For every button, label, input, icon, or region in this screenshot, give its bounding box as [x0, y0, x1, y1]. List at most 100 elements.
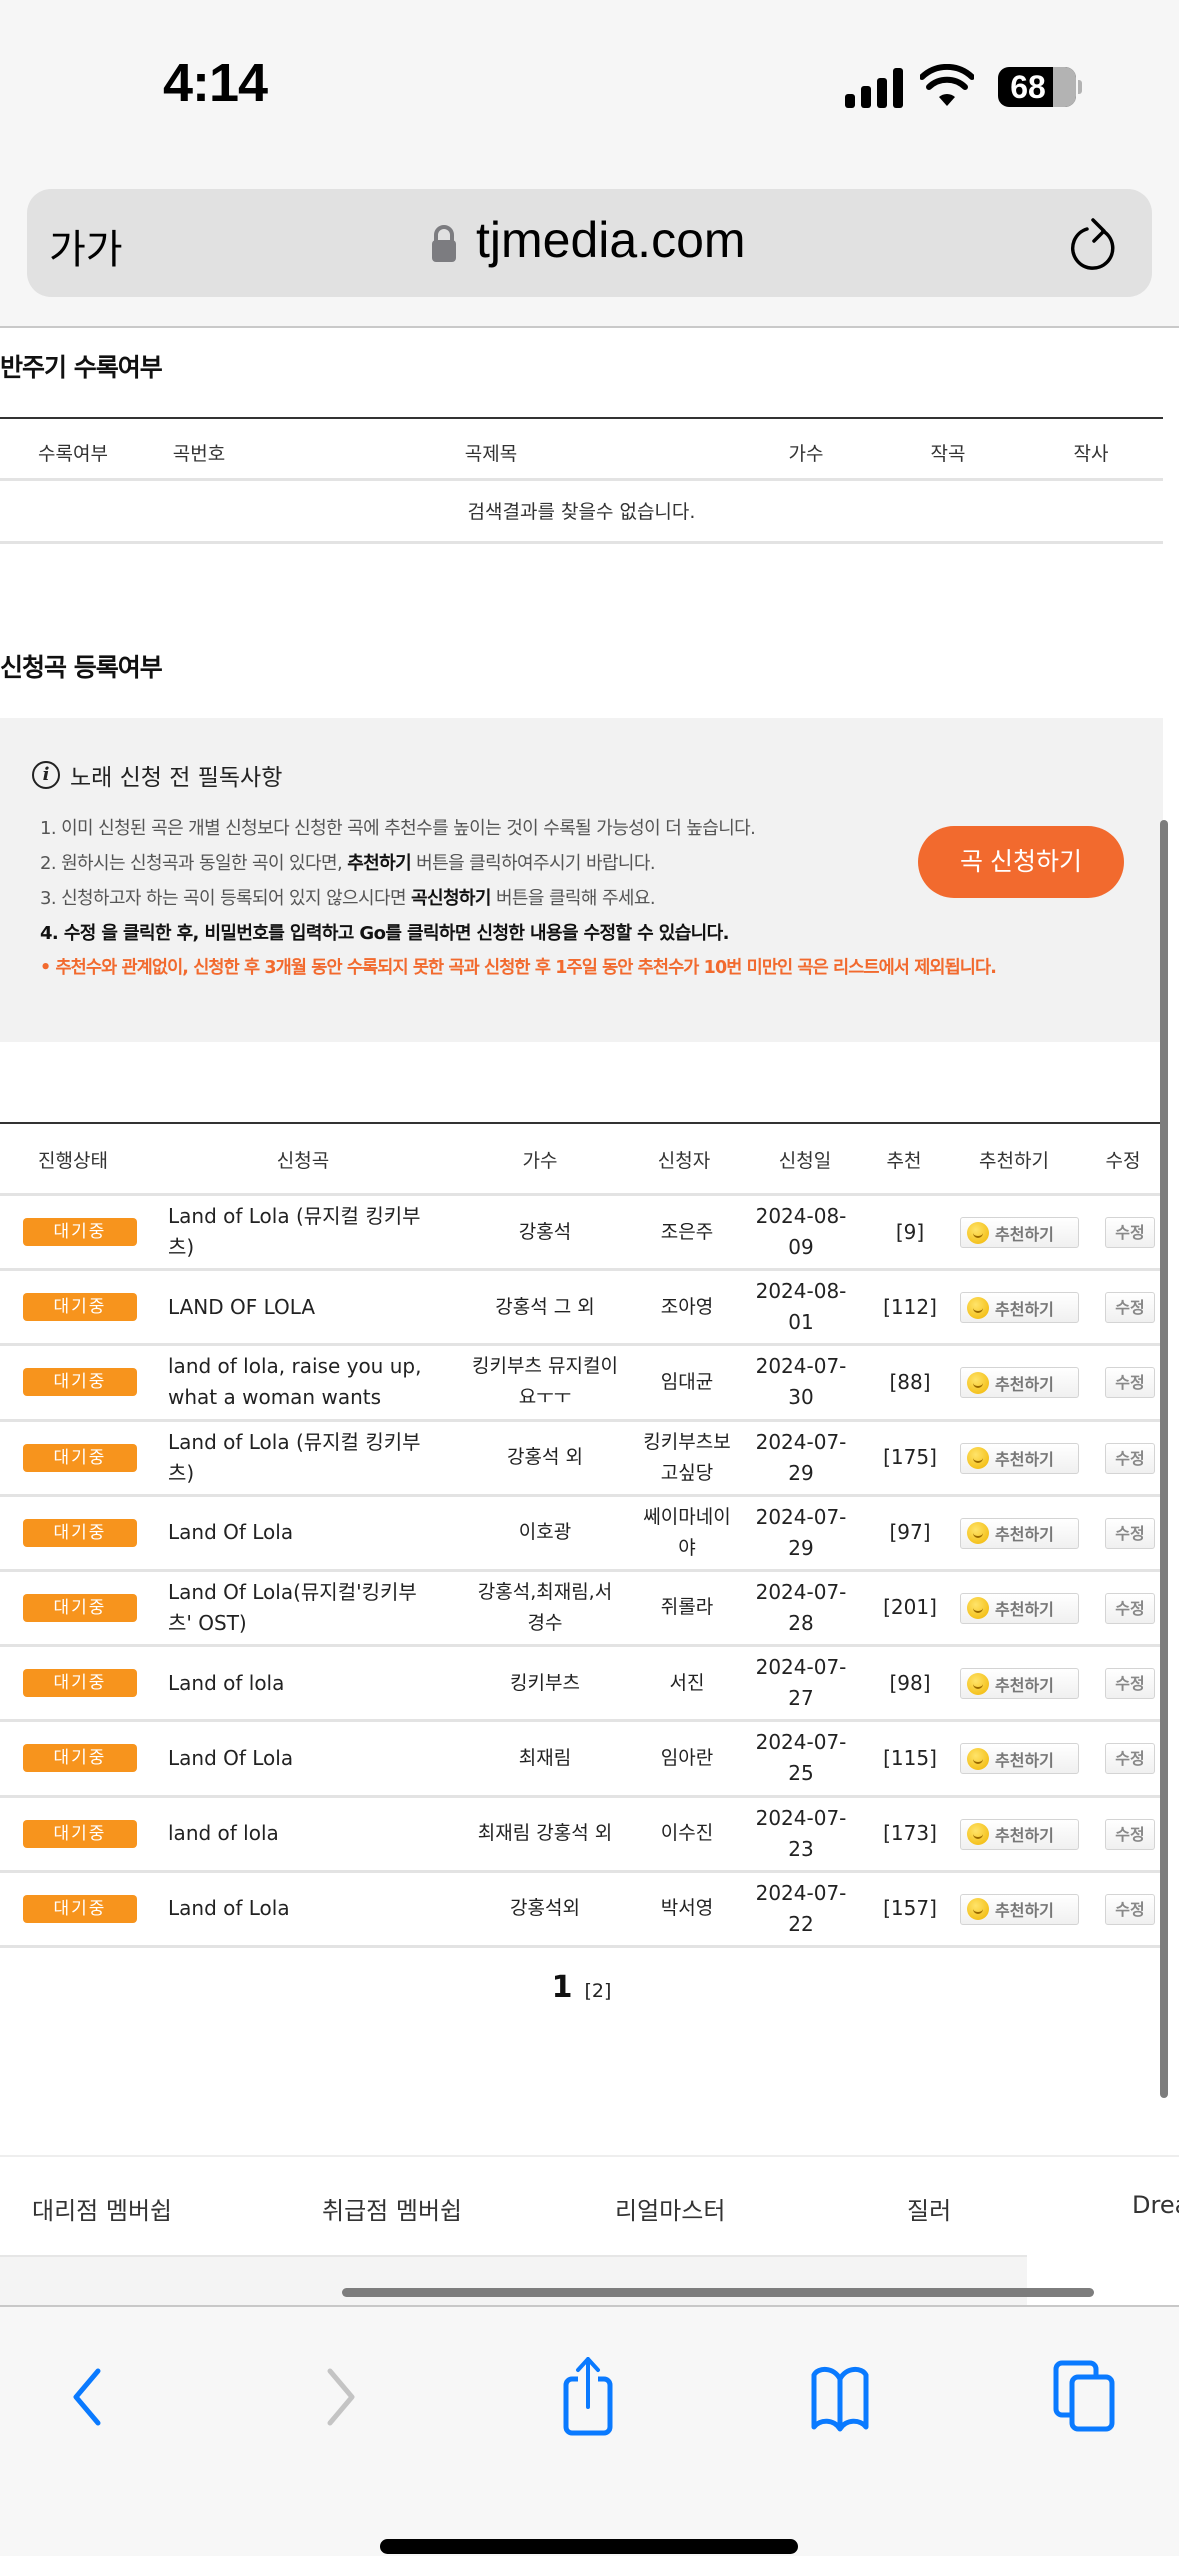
share-icon[interactable] [548, 2357, 628, 2437]
column-header: 추천 [886, 1150, 922, 1172]
notice-text: 버튼을 클릭하여주시기 바랍니다. [411, 853, 655, 874]
recommend-button[interactable]: 추천하기 [960, 1367, 1079, 1399]
notice-title: 노래 신청 전 필독사항 [70, 765, 283, 791]
edit-button[interactable]: 수정 [1105, 1818, 1155, 1850]
bookmarks-icon[interactable] [800, 2357, 880, 2437]
horizontal-scrollbar[interactable] [342, 2288, 1094, 2297]
url-domain[interactable]: tjmedia.com [476, 211, 746, 269]
recommend-button[interactable]: 추천하기 [960, 1517, 1079, 1549]
edit-button[interactable]: 수정 [1105, 1217, 1155, 1248]
recommend-button[interactable]: 추천하기 [960, 1217, 1079, 1248]
recommend-count: [98] [889, 1670, 931, 1695]
table-row: 대기중 land of lola 최재림 강홍석 외 이수진 2024-07- 23 [17… [0, 1798, 1163, 1873]
request-date: 2024-07- 22 [755, 1880, 847, 1936]
status-bar: 4:14 68 [0, 0, 1179, 170]
edit-button[interactable]: 수정 [1105, 1893, 1155, 1925]
edit-button[interactable]: 수정 [1105, 1442, 1155, 1474]
request-date: 2024-07- 29 [755, 1504, 847, 1560]
status-badge: 대기중 [23, 1744, 137, 1773]
column-header: 곡제목 [464, 443, 518, 465]
song-title: Land Of Lola [168, 1520, 294, 1545]
singer: 킹키부츠 [510, 1671, 580, 1694]
recommend-label: 추천하기 [995, 1600, 1054, 1620]
recommend-button[interactable]: 추천하기 [960, 1592, 1079, 1624]
edit-button[interactable]: 수정 [1105, 1592, 1155, 1624]
battery-icon: 68 [998, 67, 1076, 107]
song-title: Land of Lola [168, 1896, 290, 1921]
table-row: 대기중 Land Of Lola(뮤지컬'킹키부츠' OST) 강홍석,최재림,서경… [0, 1572, 1163, 1648]
recommend-button[interactable]: 추천하기 [960, 1668, 1079, 1700]
column-header: 수록여부 [38, 443, 108, 465]
edit-button[interactable]: 수정 [1105, 1367, 1155, 1399]
footer-link[interactable]: 리얼마스터 [615, 2191, 725, 2226]
status-badge: 대기중 [23, 1293, 137, 1322]
smiley-icon [967, 1823, 989, 1845]
table-row: 대기중 Land of Lola 강홍석외 박서영 2024-07- 22 [157] 추천하… [0, 1873, 1163, 1948]
request-date: 2024-07- 28 [755, 1579, 847, 1635]
smiley-icon [967, 1522, 989, 1545]
request-rows: 대기중 Land of Lola (뮤지컬 킹키부츠) 강홍석 조은주 2024-08-… [0, 1196, 1163, 1948]
song-title: Land Of Lola(뮤지컬'킹키부츠' OST) [168, 1579, 417, 1635]
column-header: 신청자 [657, 1150, 711, 1172]
recommend-button[interactable]: 추천하기 [960, 1442, 1079, 1474]
table-row: 대기중 Land Of Lola 최재림 임아란 2024-07- 25 [115] 추천하기… [0, 1722, 1163, 1798]
back-icon[interactable] [48, 2357, 128, 2437]
edit-button[interactable]: 수정 [1105, 1668, 1155, 1700]
status-badge: 대기중 [23, 1819, 137, 1848]
requester: 이수진 [660, 1822, 714, 1844]
recommend-count: [112] [883, 1294, 937, 1319]
recommend-label: 추천하기 [995, 1224, 1054, 1244]
notice-heading: i 노래 신청 전 필독사항 [32, 758, 282, 792]
status-badge: 대기중 [23, 1894, 137, 1923]
requester: 쎄이마네이야 [643, 1505, 731, 1559]
table-row: 대기중 Land Of Lola 이호광 쎄이마네이야 2024-07- 29 [97] 추천… [0, 1497, 1163, 1572]
recommend-count: [88] [889, 1369, 931, 1394]
edit-button[interactable]: 수정 [1105, 1292, 1155, 1324]
table-row: 대기중 LAND OF LOLA 강홍석 그 외 조아영 2024-08- 01 [112]… [0, 1271, 1163, 1347]
column-header: 수정 [1105, 1150, 1141, 1172]
recommend-button[interactable]: 추천하기 [960, 1893, 1079, 1925]
footer-nav: 대리점 멤버쉽 취급점 멤버쉽 리얼마스터 질러 Drea [0, 2155, 1179, 2255]
table-header: 수록여부 곡번호 곡제목 가수 작곡 작사 [0, 419, 1163, 481]
recommend-count: [97] [889, 1520, 931, 1545]
lock-icon [432, 225, 456, 262]
text-size-button[interactable]: 가가 [49, 217, 123, 275]
battery-tip [1078, 80, 1082, 94]
song-title: land of lola [168, 1821, 279, 1845]
request-date: 2024-07- 29 [755, 1429, 847, 1485]
footer-link[interactable]: 대리점 멤버쉽 [32, 2191, 172, 2226]
footer-link[interactable]: 취급점 멤버쉽 [322, 2191, 462, 2226]
footer-link[interactable]: Drea [1132, 2191, 1179, 2219]
recommend-button[interactable]: 추천하기 [960, 1818, 1079, 1850]
edit-button[interactable]: 수정 [1105, 1517, 1155, 1549]
smiley-icon [967, 1747, 989, 1770]
recommend-label: 추천하기 [995, 1826, 1054, 1845]
request-date: 2024-08- 09 [755, 1204, 847, 1259]
address-bar[interactable]: 가가 tjmedia.com [27, 189, 1152, 297]
requester: 조은주 [660, 1220, 714, 1243]
edit-button[interactable]: 수정 [1105, 1743, 1155, 1775]
request-section-title: 신청곡 등록여부 [0, 653, 163, 682]
recommend-count: [201] [883, 1595, 937, 1620]
tabs-icon[interactable] [1048, 2357, 1128, 2437]
notice-item: 3. 신청하고자 하는 곡이 등록되어 있지 않으시다면 곡신청하기 버튼을 클… [40, 881, 996, 916]
recommend-label: 추천하기 [995, 1450, 1054, 1470]
request-table: 진행상태 신청곡 가수 신청자 신청일 추천 추천하기 수정 대기중 Land o… [0, 1122, 1163, 1948]
recommend-button[interactable]: 추천하기 [960, 1743, 1079, 1775]
song-title: Land Of Lola [168, 1745, 294, 1770]
column-header: 곡번호 [172, 443, 226, 465]
recommend-button[interactable]: 추천하기 [960, 1292, 1079, 1324]
reload-icon[interactable] [1067, 217, 1123, 275]
footer-link[interactable]: 질러 [907, 2191, 951, 2226]
vertical-scrollbar[interactable] [1160, 820, 1168, 2098]
forward-icon[interactable] [300, 2357, 380, 2437]
requester: 임대균 [660, 1370, 714, 1393]
recommend-count: [175] [883, 1445, 937, 1470]
notice-item: 2. 원하시는 신청곡과 동일한 곡이 있다면, 추천하기 버튼을 클릭하여주시… [40, 846, 996, 881]
browser-toolbar [0, 2305, 1179, 2556]
column-header: 추천하기 [979, 1150, 1049, 1172]
requester: 킹키부츠보고싶당 [643, 1430, 731, 1484]
notice-warning: • 추천수와 관계없이, 신청한 후 3개월 동안 수록되지 못한 곡과 신청한… [40, 958, 997, 978]
apply-song-button[interactable]: 곡 신청하기 [918, 826, 1124, 898]
page-link-2[interactable]: [2] [585, 1980, 612, 2002]
